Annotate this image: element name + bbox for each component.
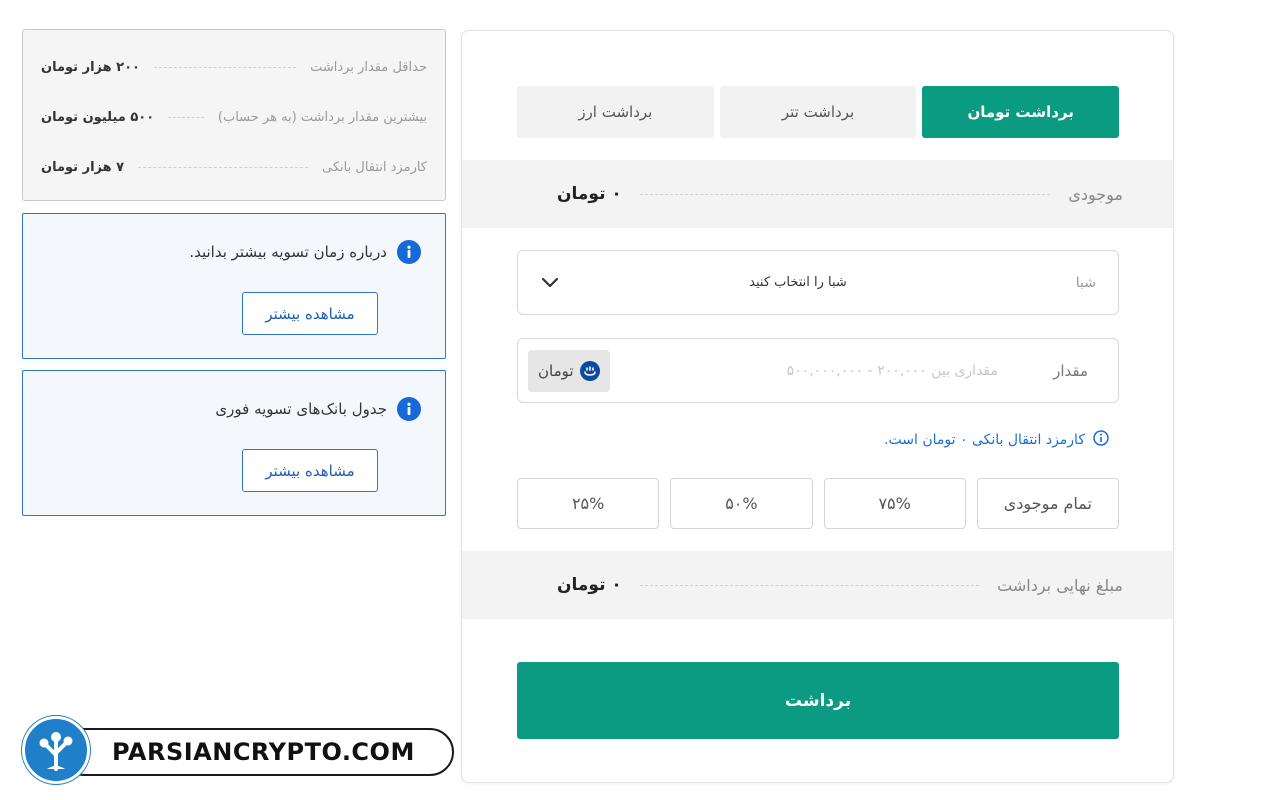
dashed-divider bbox=[639, 193, 1051, 195]
info-circle-icon bbox=[1093, 430, 1109, 450]
limit-label: حداقل مقدار برداشت bbox=[310, 59, 427, 75]
info-box-header: جدول بانک‌های تسویه فوری bbox=[215, 397, 421, 421]
toman-icon bbox=[579, 360, 600, 381]
final-amount-row: مبلغ نهایی برداشت ۰ تومان bbox=[462, 551, 1173, 619]
currency-unit-badge: تومان bbox=[528, 349, 610, 392]
amount-field: مقدار تومان bbox=[517, 338, 1119, 403]
tab-withdraw-currency[interactable]: برداشت ارز bbox=[516, 86, 714, 138]
dashed-divider bbox=[639, 584, 980, 586]
limit-label: بیشترین مقدار برداشت (به هر حساب) bbox=[217, 109, 427, 125]
sheba-label: شبا bbox=[1075, 274, 1096, 291]
tab-withdraw-toman[interactable]: برداشت تومان bbox=[922, 86, 1119, 138]
see-more-button[interactable]: مشاهده بیشتر bbox=[242, 292, 378, 335]
settlement-time-info-box: درباره زمان تسویه بیشتر بدانید. مشاهده ب… bbox=[22, 213, 446, 359]
currency-unit-label: تومان bbox=[538, 361, 574, 380]
limit-label: کارمزد انتقال بانکی bbox=[322, 159, 427, 175]
percent-25-button[interactable]: ۲۵% bbox=[517, 478, 660, 529]
watermark-text: PARSIANCRYPTO.COM bbox=[112, 738, 415, 766]
sheba-selected-value: شبا را انتخاب کنید bbox=[749, 275, 847, 290]
limit-row: بیشترین مقدار برداشت (به هر حساب) ۵۰۰ می… bbox=[41, 92, 427, 142]
limit-value: ۷ هزار تومان bbox=[41, 159, 125, 175]
percent-buttons: تمام موجودی ۷۵% ۵۰% ۲۵% bbox=[517, 478, 1119, 529]
percent-50-button[interactable]: ۵۰% bbox=[670, 478, 813, 529]
info-box-text: جدول بانک‌های تسویه فوری bbox=[215, 400, 387, 418]
tab-withdraw-tether[interactable]: برداشت تتر bbox=[719, 86, 917, 138]
withdraw-tabs: برداشت تومان برداشت تتر برداشت ارز bbox=[516, 86, 1119, 138]
fee-note: کارمزد انتقال بانکی ۰ تومان است. bbox=[517, 430, 1119, 450]
final-amount-value: ۰ تومان bbox=[557, 575, 622, 595]
percent-75-button[interactable]: ۷۵% bbox=[823, 478, 966, 529]
limit-value: ۲۰۰ هزار تومان bbox=[41, 59, 140, 75]
instant-banks-info-box: جدول بانک‌های تسویه فوری مشاهده بیشتر bbox=[22, 370, 446, 516]
amount-label: مقدار bbox=[1053, 361, 1088, 380]
withdraw-button[interactable]: برداشت bbox=[517, 662, 1119, 739]
percent-all-button[interactable]: تمام موجودی bbox=[976, 478, 1119, 529]
limit-row: حداقل مقدار برداشت ۲۰۰ هزار تومان bbox=[41, 42, 427, 92]
watermark-pill: PARSIANCRYPTO.COM bbox=[60, 728, 454, 776]
tree-logo-icon bbox=[22, 716, 90, 784]
info-box-header: درباره زمان تسویه بیشتر بدانید. bbox=[189, 240, 421, 264]
balance-label: موجودی bbox=[1068, 184, 1123, 204]
fee-note-text: کارمزد انتقال بانکی ۰ تومان است. bbox=[884, 432, 1085, 448]
amount-input[interactable] bbox=[609, 362, 1018, 379]
watermark-logo: PARSIANCRYPTO.COM bbox=[22, 716, 454, 786]
sheba-select[interactable]: شبا شبا را انتخاب کنید bbox=[517, 250, 1119, 315]
dashed-divider bbox=[168, 116, 204, 118]
limit-value: ۵۰۰ میلیون تومان bbox=[41, 109, 155, 125]
balance-row: موجودی ۰ تومان bbox=[462, 160, 1173, 228]
withdraw-limits-box: حداقل مقدار برداشت ۲۰۰ هزار تومان بیشتری… bbox=[22, 29, 446, 201]
dashed-divider bbox=[138, 166, 309, 168]
final-amount-label: مبلغ نهایی برداشت bbox=[997, 575, 1123, 595]
limit-row: کارمزد انتقال بانکی ۷ هزار تومان bbox=[41, 142, 427, 192]
info-circle-icon bbox=[397, 240, 421, 264]
dashed-divider bbox=[153, 66, 297, 68]
chevron-down-icon[interactable] bbox=[540, 273, 560, 293]
info-circle-icon bbox=[397, 397, 421, 421]
withdraw-card: برداشت تومان برداشت تتر برداشت ارز موجود… bbox=[461, 30, 1174, 783]
info-box-text: درباره زمان تسویه بیشتر بدانید. bbox=[189, 243, 387, 261]
see-more-button[interactable]: مشاهده بیشتر bbox=[242, 449, 378, 492]
balance-value: ۰ تومان bbox=[557, 184, 622, 204]
